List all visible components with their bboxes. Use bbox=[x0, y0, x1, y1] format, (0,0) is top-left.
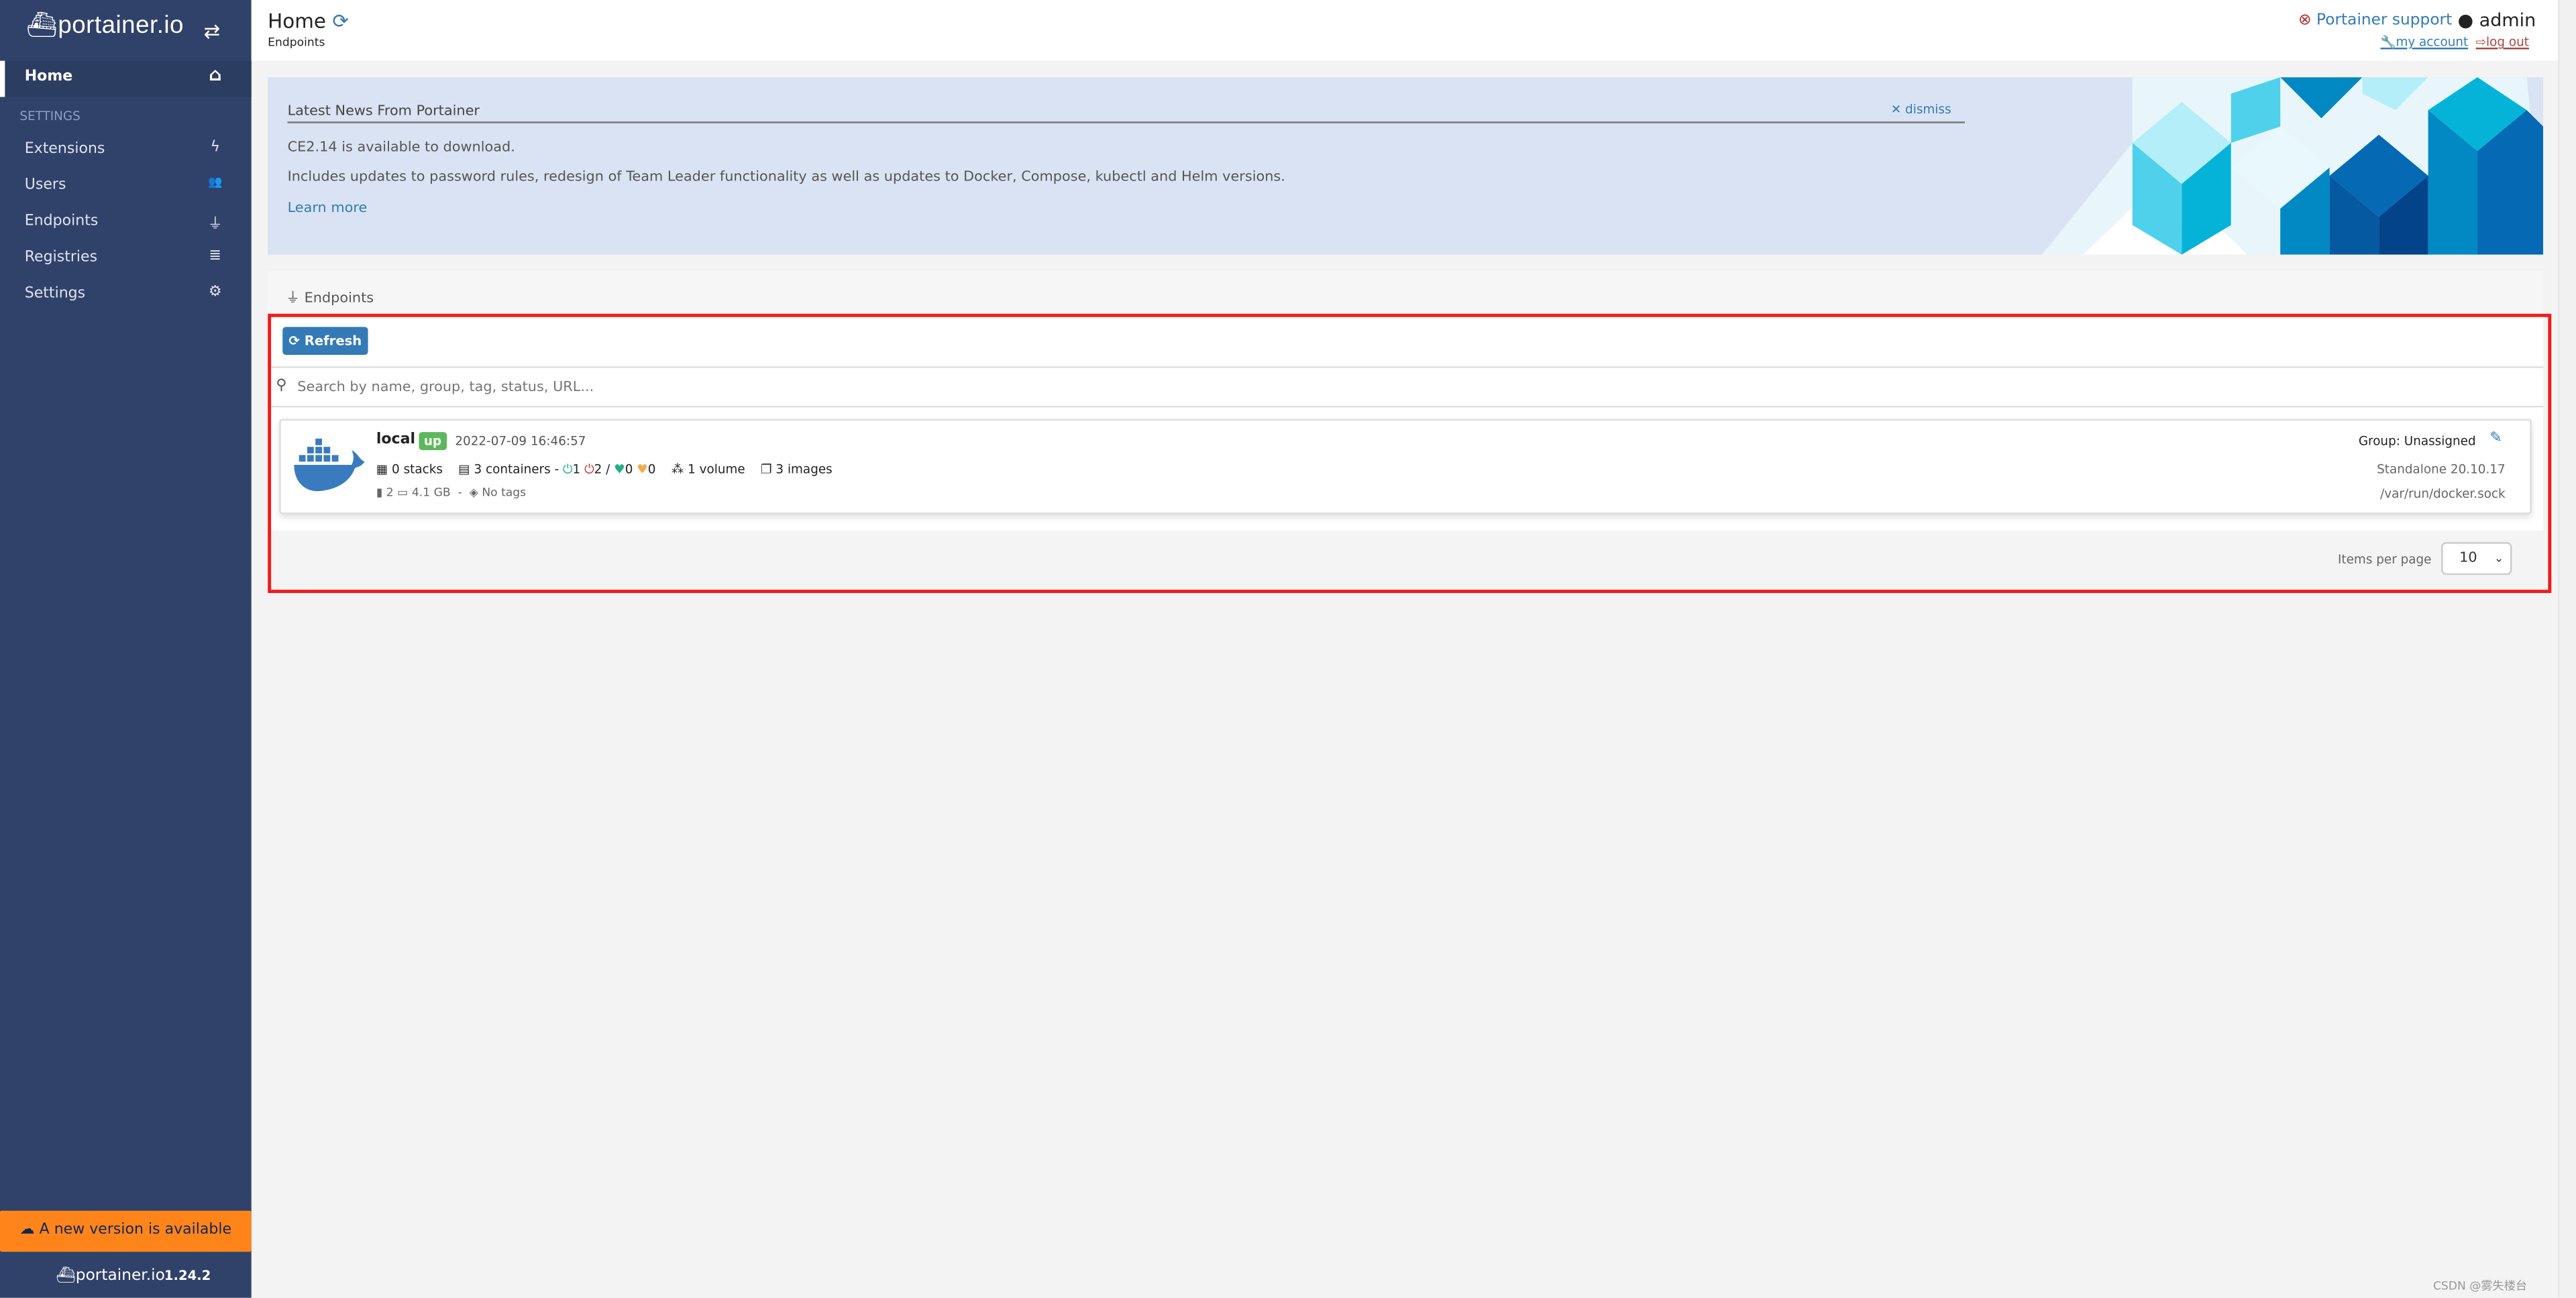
cpu-icon: ▮ bbox=[376, 486, 383, 500]
items-per-page-select[interactable]: 10 ⌄ bbox=[2441, 542, 2512, 576]
news-panel: Latest News From Portainer ✕ dismiss CE2… bbox=[268, 77, 2544, 255]
divider bbox=[271, 405, 2544, 408]
endpoint-name[interactable]: local bbox=[376, 432, 415, 448]
items-per-page-label: Items per page bbox=[2338, 551, 2432, 567]
learn-more-link[interactable]: Learn more bbox=[288, 201, 368, 217]
user-circle-icon: ● bbox=[2457, 9, 2474, 32]
top-header: Home ⟳ Endpoints ⊗ Portainer support ● a… bbox=[251, 0, 2559, 61]
wrench-icon: 🔧 bbox=[2380, 34, 2396, 50]
users-icon: 👥 bbox=[208, 176, 223, 189]
toggle-sidebar-icon[interactable]: ⇄ bbox=[204, 19, 221, 42]
edit-pencil-icon[interactable]: ✎ bbox=[2489, 431, 2502, 447]
plug-icon: ⏚ bbox=[207, 217, 223, 233]
clone-icon: ❐ bbox=[761, 462, 772, 477]
cubes-decoration bbox=[2042, 77, 2544, 255]
logo-icon: ⛴ bbox=[56, 1266, 76, 1285]
search-icon: ⚲ bbox=[276, 378, 287, 394]
bolt-icon: ϟ bbox=[210, 140, 221, 156]
endpoint-stats: ▦ 0 stacks ▤ 3 containers - ⏻1 ⏻2 / ♥0 ♥… bbox=[376, 462, 833, 477]
plug-icon: ⏚ bbox=[286, 290, 300, 307]
endpoint-type: Standalone 20.10.17 bbox=[2377, 462, 2506, 477]
life-ring-icon: ⊗ bbox=[2298, 11, 2312, 30]
watermark: CSDN @雾失楼台 bbox=[2432, 1279, 2527, 1293]
my-account-link[interactable]: 🔧my account bbox=[2381, 34, 2469, 49]
chevron-down-icon: ⌄ bbox=[2493, 551, 2504, 565]
close-icon: ✕ bbox=[1890, 101, 1902, 117]
footer-logo: ⛴portainer.io bbox=[56, 1266, 165, 1285]
new-version-banner[interactable]: ☁ A new version is available bbox=[0, 1210, 252, 1252]
user-menu: ● admin bbox=[2457, 9, 2536, 32]
portainer-logo[interactable]: ⛴portainer.io bbox=[26, 10, 184, 40]
heartbeat-unhealthy-icon: ♥ bbox=[637, 462, 648, 477]
power-running-icon: ⏻ bbox=[563, 462, 573, 477]
news-title: Latest News From Portainer bbox=[287, 103, 1965, 123]
sign-out-icon: ⇨ bbox=[2475, 34, 2487, 50]
sidebar-item-endpoints[interactable]: Endpoints ⏚ bbox=[0, 205, 252, 241]
refresh-page-icon[interactable]: ⟳ bbox=[332, 10, 349, 33]
sidebar-item-registries[interactable]: Registries ≣ bbox=[0, 241, 252, 278]
database-icon: ≣ bbox=[209, 248, 222, 265]
search-input[interactable] bbox=[297, 374, 2433, 401]
dismiss-button[interactable]: ✕ dismiss bbox=[1891, 102, 1951, 117]
sidebar-item-extensions[interactable]: Extensions ϟ bbox=[0, 133, 252, 169]
pagination-footer: Items per page bbox=[271, 531, 2548, 592]
endpoint-timestamp: 2022-07-09 16:46:57 bbox=[455, 433, 586, 449]
divider bbox=[271, 366, 2544, 368]
page-title: Home ⟳ bbox=[268, 9, 349, 33]
news-line-1: CE2.14 is available to download. bbox=[287, 140, 515, 156]
widget-title: ⏚ Endpoints bbox=[286, 290, 374, 307]
widget-header bbox=[268, 271, 2544, 317]
stacks-icon: ▦ bbox=[376, 462, 388, 477]
scrollbar[interactable] bbox=[2558, 0, 2576, 1298]
sidebar-item-home-content[interactable]: Home ⌂ bbox=[0, 61, 252, 97]
heartbeat-healthy-icon: ♥ bbox=[614, 462, 625, 477]
server-icon: ▤ bbox=[458, 462, 470, 477]
endpoint-url: /var/run/docker.sock bbox=[2380, 486, 2506, 501]
sidebar-item-settings[interactable]: Settings ⚙ bbox=[0, 278, 252, 314]
portainer-support-link[interactable]: ⊗ Portainer support bbox=[2298, 11, 2452, 30]
sidebar-item-users[interactable]: Users 👥 bbox=[0, 169, 252, 205]
breadcrumb: Endpoints bbox=[268, 36, 325, 50]
status-badge: up bbox=[419, 432, 447, 451]
tags-icon: ◈ bbox=[469, 486, 478, 500]
cogs-icon: ⚙ bbox=[208, 284, 222, 301]
settings-section-label: SETTINGS bbox=[19, 108, 80, 123]
cubes-icon: ⁂ bbox=[671, 462, 684, 477]
memory-icon: ▭ bbox=[397, 486, 409, 500]
news-line-2: Includes updates to password rules, rede… bbox=[287, 169, 1285, 186]
endpoint-group: Group: Unassigned bbox=[2358, 433, 2476, 449]
sidebar: ⛴portainer.io ⇄ Home ⌂ SETTINGS Extensio… bbox=[0, 0, 252, 1298]
endpoint-card[interactable]: local up 2022-07-09 16:46:57 ▦ 0 stacks … bbox=[279, 419, 2532, 515]
endpoint-resources: ▮ 2 ▭ 4.1 GB - ◈ No tags bbox=[376, 486, 527, 500]
home-icon: ⌂ bbox=[209, 64, 222, 86]
refresh-icon: ⟳ bbox=[288, 333, 300, 349]
log-out-link[interactable]: ⇨log out bbox=[2476, 34, 2529, 49]
docker-icon bbox=[294, 438, 365, 492]
power-stopped-icon: ⏻ bbox=[584, 462, 594, 477]
version-label: 1.24.2 bbox=[164, 1268, 211, 1283]
logo-icon: ⛴ bbox=[26, 11, 58, 40]
refresh-button[interactable]: ⟳ Refresh bbox=[282, 327, 368, 355]
cloud-download-icon: ☁ bbox=[19, 1222, 35, 1239]
